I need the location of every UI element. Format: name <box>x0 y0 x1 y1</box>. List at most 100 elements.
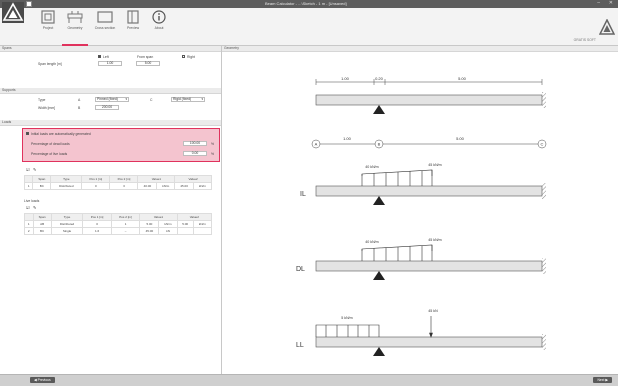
cell-value1[interactable]: 5.00 <box>139 220 160 228</box>
distributed-load-dl <box>361 244 433 261</box>
dim-3: 5.00 <box>458 76 467 81</box>
geometry-canvas: Geometry 1.00 0.20 5.00 A B C 1.00 5.00 … <box>222 46 618 374</box>
cell-pos1[interactable]: 0 <box>81 182 111 190</box>
tab-cross-section[interactable]: Cross section <box>92 10 118 44</box>
edit-row-icon[interactable]: ✎ <box>33 205 36 210</box>
fixed-support-icon <box>542 92 546 108</box>
cell-value1[interactable]: 45.00 <box>139 227 160 235</box>
cell-unit2: kN/m <box>193 182 212 190</box>
point-load-ll <box>429 316 433 338</box>
minimize-button[interactable]: – <box>597 0 600 7</box>
ribbon: Project Geometry Cross section Preview A… <box>0 8 618 46</box>
support-c-label: C <box>150 98 153 102</box>
previous-button[interactable]: ◀ Previous <box>30 377 55 383</box>
edit-row-icon[interactable]: ✎ <box>33 167 36 172</box>
cell-unit1: kN/m <box>158 220 178 228</box>
auto-loads-checkbox[interactable] <box>26 132 29 135</box>
dead-pct-field[interactable]: 100.00 <box>183 141 207 146</box>
cell-value2[interactable]: 45.00 <box>174 182 195 190</box>
il-load-1: 40 kN/m <box>365 165 378 169</box>
col-value1: Value1 <box>139 213 178 221</box>
app-logo[interactable] <box>2 2 24 23</box>
cell-value2[interactable] <box>176 227 194 235</box>
status-bar: ◀ Previous Next ▶ <box>0 374 618 386</box>
loads-section-header: Loads <box>0 120 221 126</box>
support-c-dropdown[interactable]: Rigid (fixed) ▾ <box>171 97 205 102</box>
pin-support-icon <box>373 196 385 205</box>
il-label: IL <box>300 191 306 198</box>
title-bar: Beam Calculator - ...\Sketch - 1 m - [Un… <box>0 0 618 8</box>
support-type-label: Type <box>38 98 46 102</box>
live-pct-label: Percentage of live loads <box>31 152 68 156</box>
left-checkbox[interactable] <box>98 55 101 58</box>
cell-pos2[interactable]: 3 <box>109 182 139 190</box>
col-type: Type <box>50 213 84 221</box>
tab-preview[interactable]: Preview <box>120 10 146 44</box>
cell-type[interactable]: Distributed <box>50 220 84 228</box>
width-field[interactable]: 200.00 <box>95 105 119 110</box>
node-dim-1: 1.00 <box>343 136 352 141</box>
row-index: 1 <box>24 220 34 228</box>
right-label: Right <box>187 55 195 59</box>
dead-loads-table: Span Type Pos 1 [m] Pos 2 [m] Value1 Val… <box>23 175 212 190</box>
span-right-field[interactable]: 5.00 <box>136 61 160 66</box>
supports-group: Type A Pinned (fixed) ▾ C Rigid (fixed) ▾ … <box>0 94 221 112</box>
project-icon <box>41 10 55 24</box>
brand-text: GRATIS SOFT <box>573 38 596 42</box>
auto-loads-box: Initial loads are automatically generate… <box>22 128 220 162</box>
close-button[interactable]: ✕ <box>609 0 613 7</box>
cell-value2[interactable]: 5.00 <box>176 220 194 228</box>
cell-pos1[interactable]: 0 <box>82 220 112 228</box>
quick-save-button[interactable] <box>26 1 32 7</box>
cell-span[interactable]: BC <box>32 227 52 235</box>
live-pct-field[interactable]: 0.00 <box>183 151 207 156</box>
app-logo-icon <box>2 2 24 21</box>
right-checkbox[interactable] <box>182 55 185 58</box>
cell-pos1[interactable]: 1.6 <box>82 227 112 235</box>
support-a-value: Pinned (fixed) <box>97 97 118 101</box>
preview-icon <box>127 10 139 24</box>
table-row[interactable]: 1 AB Distributed 0 1 5.00 kN/m 5.00 kN/m <box>24 220 213 228</box>
properties-panel: Spans Left From span Right Span length [… <box>0 46 222 374</box>
support-a-dropdown[interactable]: Pinned (fixed) ▾ <box>95 97 129 102</box>
cell-type[interactable]: Single <box>50 227 84 235</box>
window-title: Beam Calculator - ...\Sketch - 1 m - [Un… <box>265 1 347 6</box>
cell-span[interactable]: BC <box>32 182 52 190</box>
cell-value1[interactable]: 40.00 <box>137 182 158 190</box>
col-value1: Value1 <box>137 175 176 183</box>
table-row[interactable]: 1 BC Distributed 0 3 40.00 kN/m 45.00 kN… <box>23 182 212 190</box>
fixed-support-icon <box>542 334 546 350</box>
node-a: A <box>315 142 318 147</box>
tab-project[interactable]: Project <box>35 10 61 44</box>
cell-pos2[interactable]: 1 <box>110 220 141 228</box>
left-label: Left <box>103 55 109 59</box>
beam <box>315 94 543 106</box>
spans-group: Left From span Right Span length [m] 1.0… <box>0 52 221 68</box>
dl-load-1: 40 kN/m <box>365 240 378 244</box>
tab-about[interactable]: About <box>146 10 172 44</box>
cell-unit2: kN/m <box>192 220 213 228</box>
col-value2: Value2 <box>174 175 212 183</box>
fixed-support-icon <box>542 258 546 274</box>
tab-geometry[interactable]: Geometry <box>62 10 88 46</box>
chevron-down-icon: ▾ <box>125 97 127 101</box>
node-line <box>311 139 547 149</box>
next-button[interactable]: Next ▶ <box>593 377 612 383</box>
distributed-load-ll <box>315 324 380 337</box>
tab-label: About <box>154 26 164 30</box>
table-row[interactable]: 2 BC Single 1.6 – 45.00 kN <box>24 227 213 235</box>
row-index: 2 <box>24 227 34 235</box>
info-icon <box>152 10 166 24</box>
cell-type[interactable]: Distributed <box>50 182 83 190</box>
dimension-line <box>315 79 543 85</box>
from-span-label: From span <box>137 55 154 59</box>
span-left-field[interactable]: 1.00 <box>98 61 122 66</box>
node-b: B <box>378 142 381 147</box>
add-row-icon[interactable]: ☑ <box>26 205 30 210</box>
beam-ll <box>315 336 543 348</box>
cell-pos2[interactable]: – <box>110 227 141 235</box>
col-index <box>24 213 34 221</box>
add-row-icon[interactable]: ☑ <box>26 167 30 172</box>
cell-span[interactable]: AB <box>32 220 52 228</box>
beam-il <box>315 185 543 197</box>
